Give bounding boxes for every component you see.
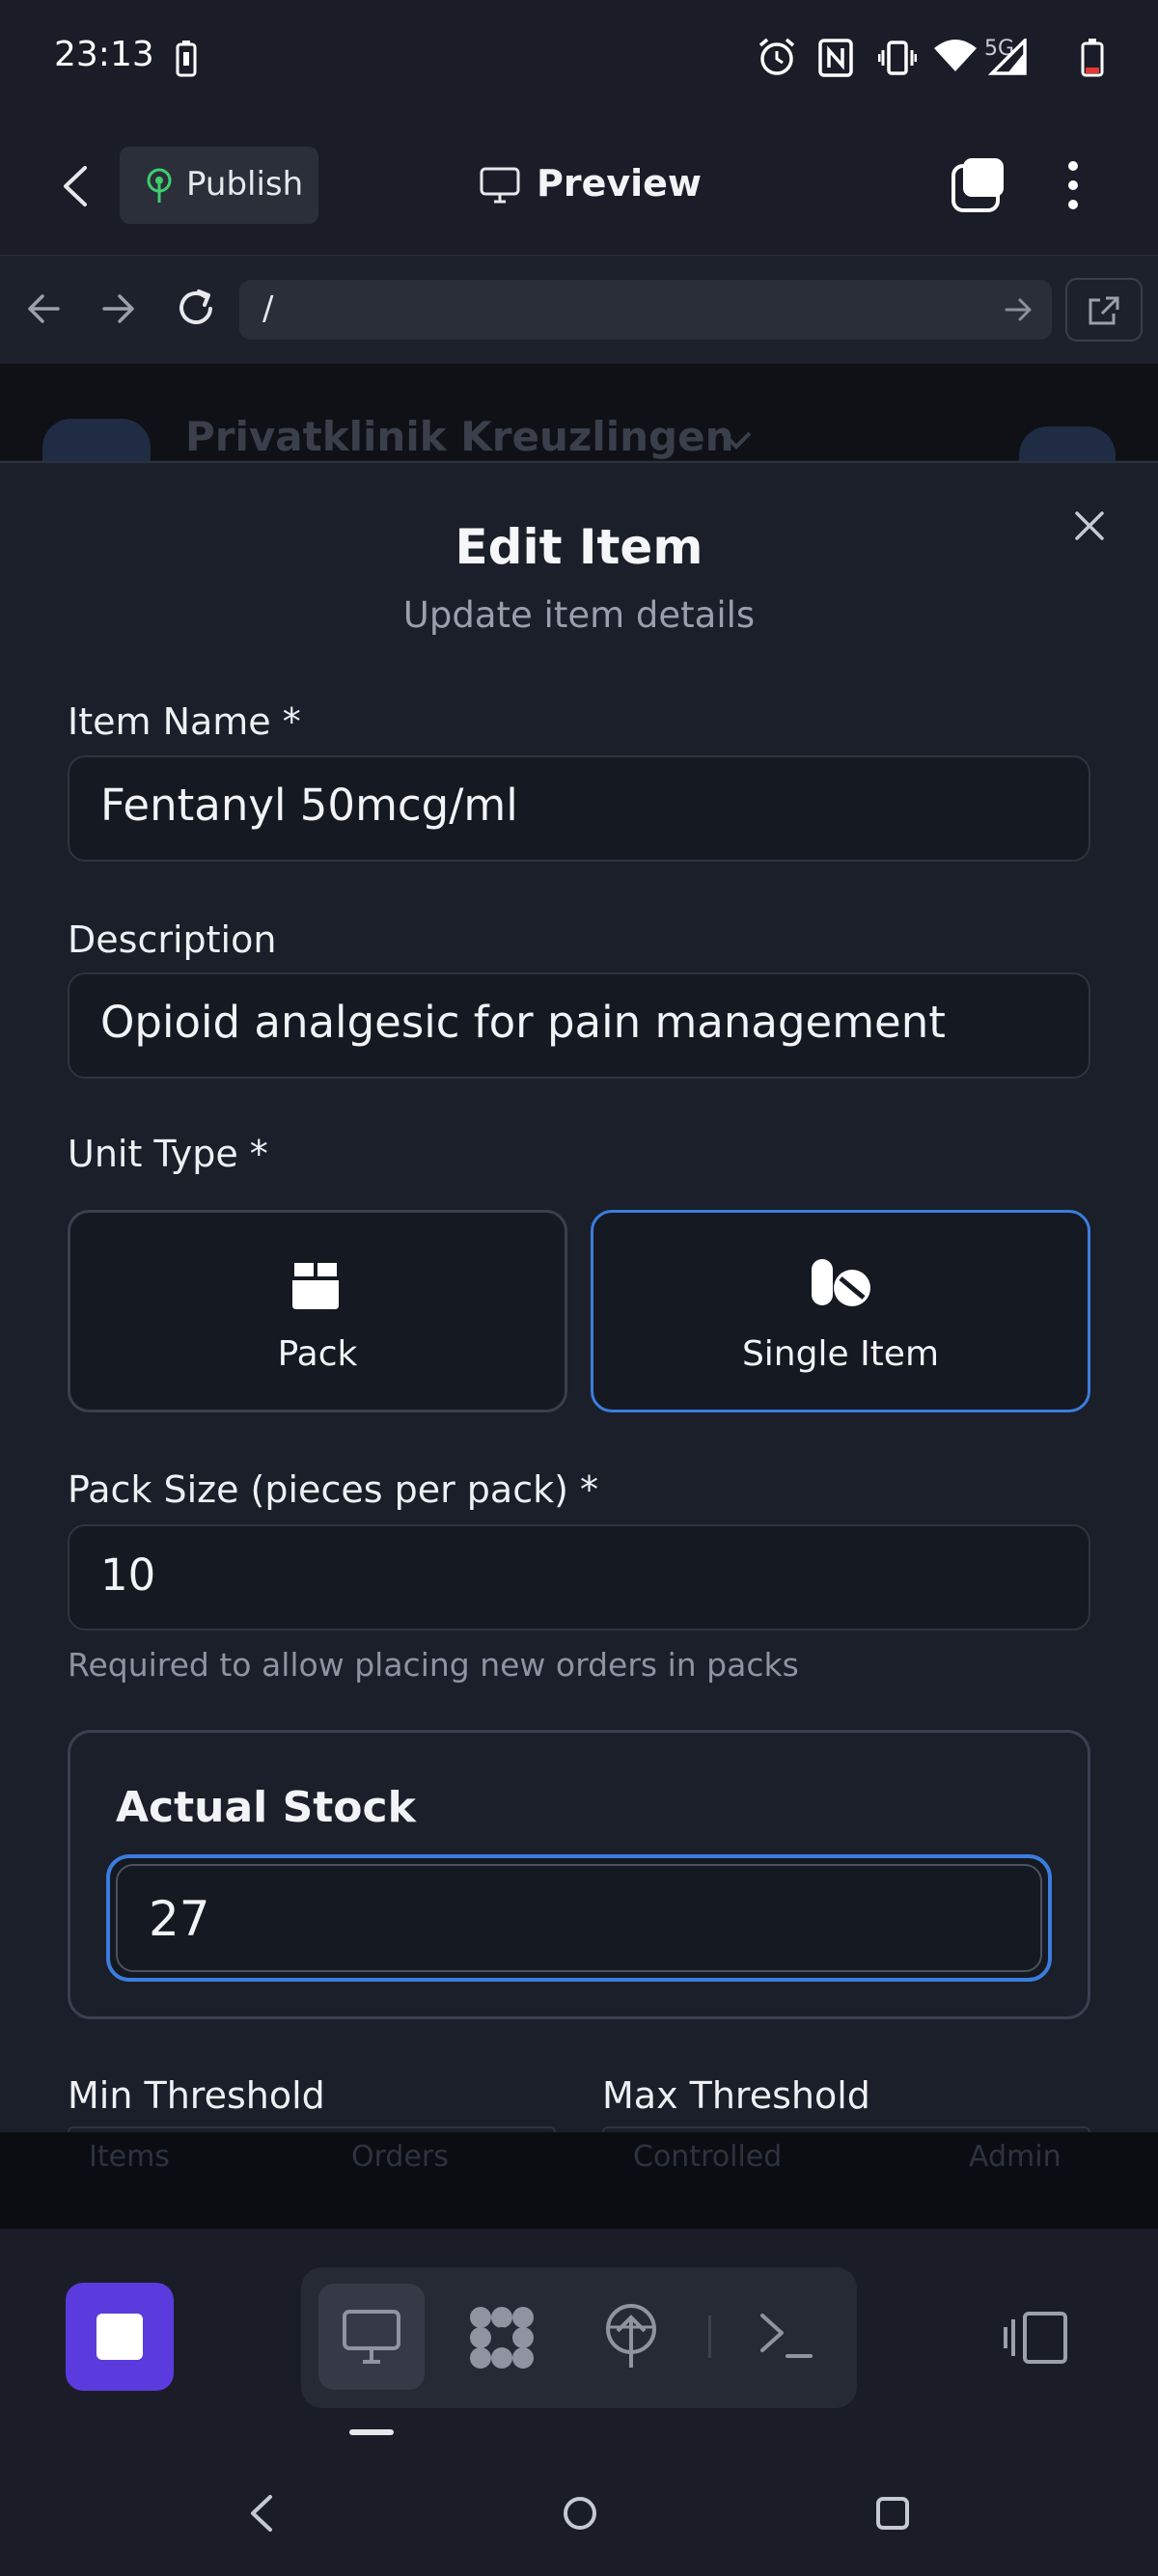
pack-size-value: 10 [100,1549,156,1601]
close-icon[interactable] [1073,509,1106,542]
nav-back-icon[interactable] [25,291,62,326]
tool-divider [708,2316,711,2358]
chevron-down-icon [721,431,752,450]
unit-type-single-item-label: Single Item [741,1334,940,1374]
item-name-value: Fentanyl 50mcg/ml [100,780,518,831]
reload-icon[interactable] [176,288,218,330]
min-threshold-label: Min Threshold [68,2074,325,2117]
agent-icon[interactable] [467,2304,537,2371]
item-name-label: Item Name * [68,700,301,743]
system-recents-icon[interactable] [874,2495,911,2532]
preview-title[interactable]: Preview [537,162,702,205]
terminal-icon[interactable] [758,2310,814,2362]
system-home-icon[interactable] [562,2495,598,2532]
modal-subtitle: Update item details [402,594,756,636]
alarm-icon [758,38,795,75]
publish-icon [147,168,172,203]
unit-type-label: Unit Type * [68,1133,268,1175]
stop-icon [96,2314,143,2360]
system-back-icon[interactable] [247,2493,276,2534]
external-link-icon [1089,296,1119,325]
publish-label: Publish [186,165,304,204]
actual-stock-value: 27 [149,1891,210,1947]
deploy-icon[interactable] [602,2302,660,2370]
tab-controlled: Controlled [633,2140,783,2174]
nav-forward-icon[interactable] [100,291,137,326]
box-icon [292,1261,339,1309]
active-tab-indicator [349,2429,394,2435]
nfc-icon [818,39,853,77]
unit-type-single-item-option[interactable]: Single Item [591,1210,1090,1412]
battery-icon [1081,39,1104,77]
wifi-icon [934,40,977,71]
status-time: 23:13 [54,35,154,74]
url-input[interactable] [239,280,1052,340]
actual-stock-label: Actual Stock [116,1783,416,1832]
description-label: Description [68,918,277,961]
tab-items: Items [89,2140,170,2174]
unit-type-pack-option[interactable]: Pack [68,1210,567,1412]
description-value: Opioid analgesic for pain management [100,997,946,1048]
tab-admin: Admin [969,2140,1062,2174]
background-avatar [1019,426,1116,465]
pack-size-hint: Required to allow placing new orders in … [68,1646,799,1684]
actual-stock-input-inner [116,1864,1042,1972]
modal-title: Edit Item [455,519,703,575]
vibrate-icon [878,41,917,75]
url-text: / [262,289,274,328]
monitor-icon [480,167,520,204]
signal-icon [988,39,1027,75]
pack-size-input[interactable] [68,1524,1090,1631]
back-icon[interactable] [60,164,91,208]
tab-orders: Orders [351,2140,449,2174]
clinic-name: Privatklinik Kreuzlingen [185,413,734,460]
go-arrow-icon[interactable] [1004,295,1034,324]
pack-size-label: Pack Size (pieces per pack) * [68,1468,598,1511]
more-options-icon[interactable] [1062,156,1085,214]
battery-saver-icon [176,41,197,77]
desktop-icon [343,2310,400,2364]
unit-type-pack-label: Pack [277,1334,358,1374]
max-threshold-label: Max Threshold [602,2074,870,2117]
panel-toggle-icon[interactable] [1004,2310,1071,2366]
tabs-switcher-icon[interactable] [950,156,1007,214]
pills-icon [812,1259,870,1306]
